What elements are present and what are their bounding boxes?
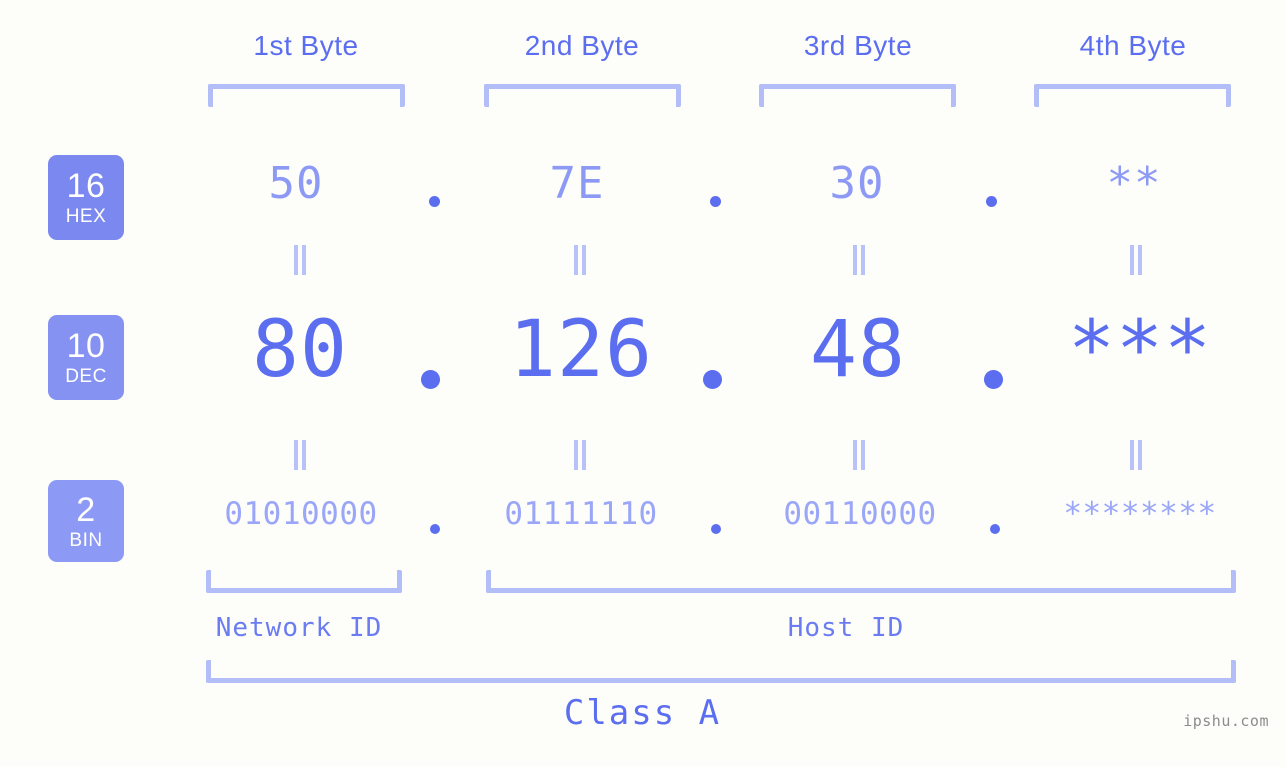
bin-byte-2: 01111110 <box>504 496 658 532</box>
radix-badge-dec-name: DEC <box>65 366 107 387</box>
byte-header-3: 3rd Byte <box>803 30 913 61</box>
byte-bracket-2 <box>484 84 681 107</box>
radix-badge-bin-name: BIN <box>69 529 103 551</box>
equals-mark-dec-bin-4 <box>1127 440 1145 470</box>
hex-byte-1: 50 <box>268 158 324 209</box>
radix-badge-hex-number: 16 <box>66 167 106 205</box>
bin-byte-3: 00110000 <box>783 496 937 532</box>
byte-header-2: 2nd Byte <box>524 30 640 61</box>
bin-separator-3 <box>990 524 1000 534</box>
dec-byte-3: 48 <box>810 305 906 395</box>
byte-bracket-3 <box>759 84 956 107</box>
dec-separator-1 <box>421 370 440 389</box>
hex-byte-4: ** <box>1106 158 1162 209</box>
equals-mark-dec-bin-1 <box>291 440 309 470</box>
radix-badge-hex: 16 HEX <box>48 155 124 240</box>
dec-separator-2 <box>703 370 722 389</box>
hex-byte-3: 30 <box>829 158 885 209</box>
byte-bracket-4 <box>1034 84 1231 107</box>
byte-bracket-1 <box>208 84 405 107</box>
dec-byte-1: 80 <box>252 305 348 395</box>
network-id-label: Network ID <box>215 613 383 643</box>
dec-byte-2: 126 <box>509 305 653 395</box>
host-id-bracket <box>486 570 1236 593</box>
equals-mark-hex-dec-4 <box>1127 245 1145 275</box>
site-watermark: ipshu.com <box>1183 712 1269 730</box>
hex-separator-2 <box>710 196 721 207</box>
equals-mark-hex-dec-2 <box>571 245 589 275</box>
radix-badge-hex-name: HEX <box>65 206 107 227</box>
ip-breakdown-diagram: 1st Byte 2nd Byte 3rd Byte 4th Byte 16 H… <box>0 0 1285 767</box>
class-label: Class A <box>563 693 722 733</box>
dec-byte-4: *** <box>1068 305 1212 395</box>
radix-badge-dec-number: 10 <box>66 327 106 365</box>
host-id-label: Host ID <box>787 613 905 643</box>
bin-byte-1: 01010000 <box>224 496 378 532</box>
equals-mark-hex-dec-1 <box>291 245 309 275</box>
equals-mark-dec-bin-2 <box>571 440 589 470</box>
byte-header-1: 1st Byte <box>253 30 359 61</box>
radix-badge-bin: 2 BIN <box>48 480 124 562</box>
class-bracket <box>206 660 1236 683</box>
equals-mark-dec-bin-3 <box>850 440 868 470</box>
hex-separator-1 <box>429 196 440 207</box>
hex-byte-2: 7E <box>549 158 605 209</box>
byte-header-4: 4th Byte <box>1079 30 1187 61</box>
hex-separator-3 <box>986 196 997 207</box>
bin-separator-1 <box>430 524 440 534</box>
radix-badge-dec: 10 DEC <box>48 315 124 400</box>
bin-separator-2 <box>711 524 721 534</box>
dec-separator-3 <box>984 370 1003 389</box>
radix-badge-bin-number: 2 <box>76 490 96 529</box>
equals-mark-hex-dec-3 <box>850 245 868 275</box>
network-id-bracket <box>206 570 402 593</box>
bin-byte-4: ******** <box>1063 496 1217 532</box>
